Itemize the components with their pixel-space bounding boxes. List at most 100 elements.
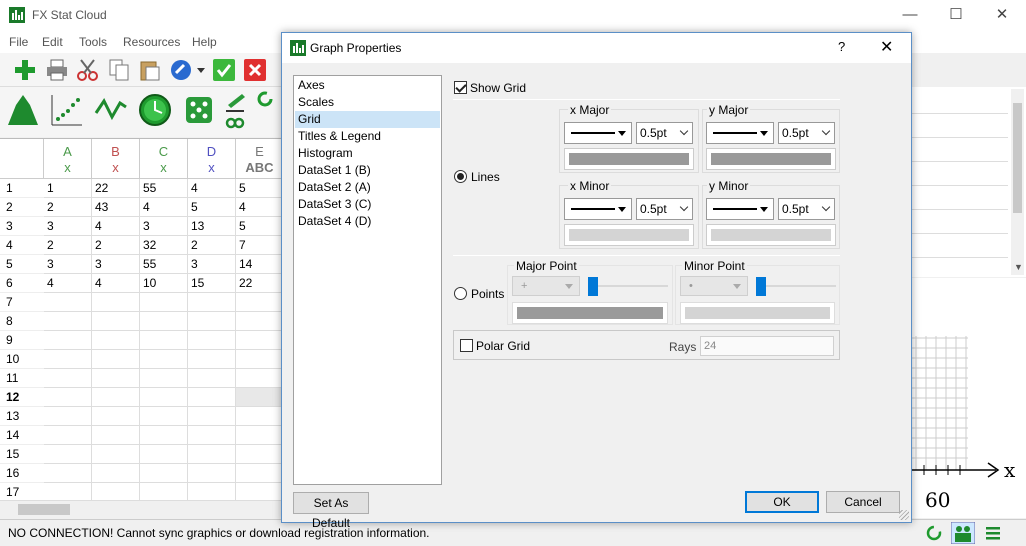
lines-radio[interactable] — [454, 170, 467, 183]
row-number[interactable]: 8 — [0, 312, 44, 331]
nav-item-dataset-2[interactable]: DataSet 2 (A) — [295, 179, 440, 196]
column-header-a[interactable]: Ax — [44, 139, 92, 179]
table-cell[interactable]: 10 — [140, 274, 188, 293]
dice-icon[interactable] — [182, 93, 216, 127]
table-cell[interactable] — [140, 445, 188, 464]
sync-icon[interactable] — [925, 524, 943, 542]
table-cell[interactable]: 1 — [44, 179, 92, 198]
confirm-icon[interactable] — [212, 58, 236, 82]
table-cell[interactable] — [44, 426, 92, 445]
table-cell[interactable] — [188, 369, 236, 388]
table-cell[interactable] — [236, 369, 285, 388]
table-cell[interactable]: 32 — [140, 236, 188, 255]
ok-button[interactable]: OK — [745, 491, 819, 513]
row-number[interactable]: 13 — [0, 407, 44, 426]
table-cell[interactable] — [236, 464, 285, 483]
show-grid-checkbox[interactable] — [454, 81, 467, 94]
table-cell[interactable] — [236, 483, 285, 500]
table-cell[interactable]: 2 — [44, 236, 92, 255]
row-number[interactable]: 5 — [0, 255, 44, 274]
table-cell[interactable] — [92, 312, 140, 331]
table-cell[interactable] — [188, 350, 236, 369]
table-cell[interactable] — [188, 483, 236, 500]
table-cell[interactable]: 4 — [188, 179, 236, 198]
table-cell[interactable] — [140, 464, 188, 483]
column-header-c[interactable]: Cx — [140, 139, 188, 179]
points-radio[interactable] — [454, 287, 467, 300]
y-major-line-style-select[interactable] — [706, 122, 774, 144]
table-cell[interactable] — [92, 350, 140, 369]
table-cell[interactable] — [188, 464, 236, 483]
cancel-icon[interactable] — [243, 58, 267, 82]
cancel-button[interactable]: Cancel — [826, 491, 900, 513]
row-number[interactable]: 3 — [0, 217, 44, 236]
table-cell[interactable]: 7 — [236, 236, 285, 255]
help-button[interactable]: ? — [838, 39, 845, 54]
table-cell[interactable]: 4 — [44, 274, 92, 293]
table-cell[interactable] — [236, 426, 285, 445]
table-cell[interactable] — [44, 331, 92, 350]
refresh-icon[interactable] — [256, 90, 274, 108]
print-icon[interactable] — [45, 58, 69, 82]
table-cell[interactable] — [140, 369, 188, 388]
table-cell[interactable]: 5 — [188, 198, 236, 217]
users-icon[interactable] — [951, 522, 975, 544]
table-cell[interactable]: 4 — [140, 198, 188, 217]
nav-item-dataset-3[interactable]: DataSet 3 (C) — [295, 196, 440, 213]
table-cell[interactable] — [236, 331, 285, 350]
rays-input[interactable]: 24 — [700, 336, 834, 356]
table-cell[interactable] — [44, 407, 92, 426]
table-cell[interactable]: 43 — [92, 198, 140, 217]
table-cell[interactable]: 4 — [92, 274, 140, 293]
line-graph-icon[interactable] — [94, 93, 128, 127]
minor-point-style-select[interactable]: • — [680, 276, 748, 296]
table-cell[interactable]: 4 — [92, 217, 140, 236]
table-cell[interactable]: 22 — [92, 179, 140, 198]
table-cell[interactable] — [188, 312, 236, 331]
y-major-size-select[interactable]: 0.5pt — [778, 122, 835, 144]
row-number[interactable]: 10 — [0, 350, 44, 369]
table-cell[interactable] — [44, 464, 92, 483]
clock-icon[interactable] — [138, 93, 172, 127]
row-number[interactable]: 17 — [0, 483, 44, 500]
paste-icon[interactable] — [138, 58, 162, 82]
table-cell[interactable] — [140, 407, 188, 426]
table-cell[interactable] — [236, 407, 285, 426]
row-number[interactable]: 14 — [0, 426, 44, 445]
table-cell[interactable]: 3 — [44, 255, 92, 274]
table-cell[interactable] — [92, 369, 140, 388]
y-minor-color-swatch[interactable] — [706, 224, 836, 246]
table-cell[interactable]: 2 — [44, 198, 92, 217]
horizontal-scrollbar[interactable] — [0, 500, 285, 517]
table-cell[interactable] — [236, 350, 285, 369]
row-number[interactable]: 12 — [0, 388, 44, 407]
x-major-line-style-select[interactable] — [564, 122, 632, 144]
polar-grid-checkbox[interactable] — [460, 339, 473, 352]
table-cell[interactable]: 55 — [140, 179, 188, 198]
table-cell[interactable] — [140, 388, 188, 407]
table-cell[interactable] — [140, 331, 188, 350]
nav-item-scales[interactable]: Scales — [295, 94, 440, 111]
table-cell[interactable] — [236, 445, 285, 464]
x-minor-size-select[interactable]: 0.5pt — [636, 198, 693, 220]
table-cell[interactable]: 3 — [140, 217, 188, 236]
dialog-close-icon[interactable]: ✕ — [880, 37, 893, 57]
menu-edit[interactable]: Edit — [42, 35, 63, 49]
table-cell[interactable] — [236, 388, 285, 407]
table-cell[interactable]: 13 — [188, 217, 236, 236]
scrollbar-thumb[interactable] — [18, 504, 70, 515]
sheet-corner[interactable] — [0, 139, 44, 179]
nav-item-dataset-4[interactable]: DataSet 4 (D) — [295, 213, 440, 230]
table-cell[interactable]: 2 — [188, 236, 236, 255]
table-cell[interactable] — [44, 350, 92, 369]
minimize-icon[interactable]: — — [898, 4, 922, 26]
column-header-d[interactable]: Dx — [188, 139, 236, 179]
table-cell[interactable] — [92, 426, 140, 445]
table-cell[interactable]: 15 — [188, 274, 236, 293]
x-major-color-swatch[interactable] — [564, 148, 694, 170]
add-icon[interactable] — [13, 58, 37, 82]
nav-item-axes[interactable]: Axes — [295, 77, 440, 94]
table-cell[interactable] — [92, 388, 140, 407]
copy-icon[interactable] — [107, 58, 131, 82]
vertical-scrollbar[interactable]: ▼ — [1011, 89, 1024, 275]
